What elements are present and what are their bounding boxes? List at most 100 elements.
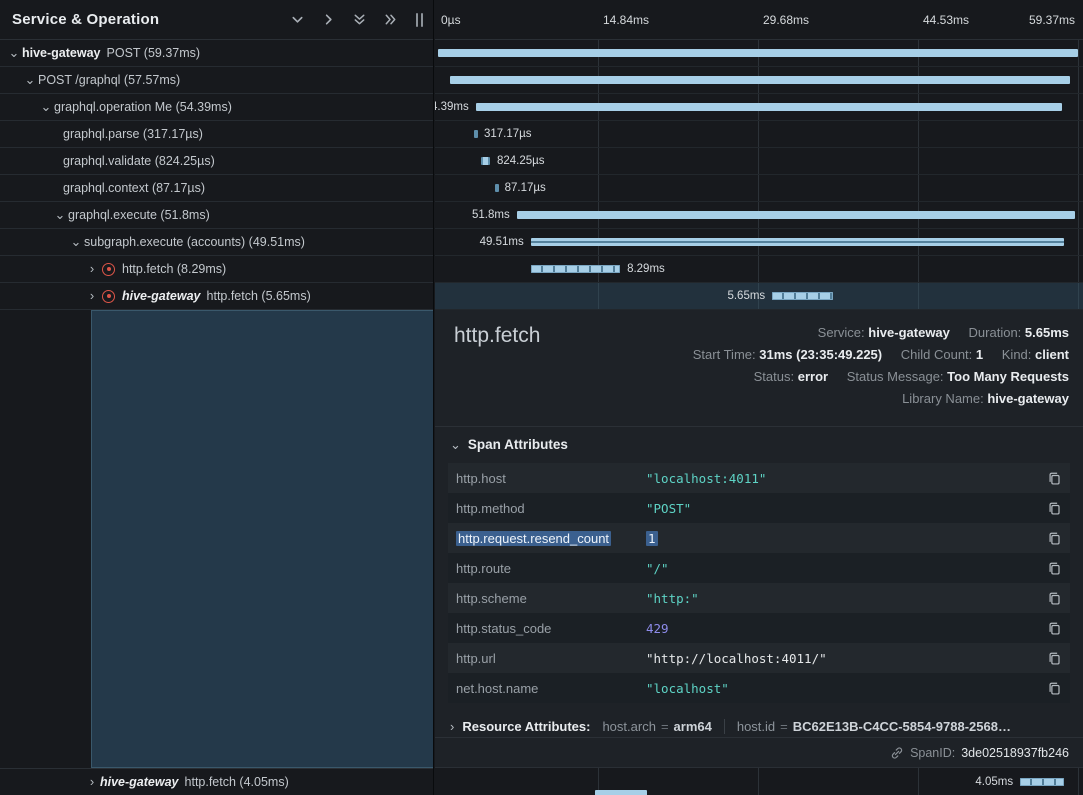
collapse-all-icon[interactable]	[351, 12, 367, 28]
attribute-key: http.status_code	[456, 621, 646, 636]
duration-label: 49.51ms	[480, 236, 524, 248]
meta-label: Service:	[818, 325, 865, 340]
span-bar	[476, 103, 1062, 111]
tree-row-selected[interactable]: › hive-gateway http.fetch (5.65ms)	[0, 283, 433, 310]
span-label: subgraph.execute (accounts) (49.51ms)	[84, 235, 305, 249]
duration-label: 87.17µs	[505, 182, 546, 194]
tree-row[interactable]: ⌄ graphql.execute (51.8ms)	[0, 202, 433, 229]
chevron-right-icon[interactable]: ›	[84, 289, 100, 302]
meta-value: Too Many Requests	[947, 369, 1069, 384]
resource-value: arm64	[674, 719, 712, 734]
chevron-down-icon[interactable]: ⌄	[68, 235, 84, 248]
link-icon[interactable]	[890, 746, 904, 760]
collapse-one-icon[interactable]	[289, 12, 305, 28]
spanid-label: SpanID:	[910, 746, 955, 760]
timeline-row[interactable]: 49.51ms	[435, 229, 1083, 256]
spanid-value: 3de02518937fb246	[961, 746, 1069, 760]
tree-row[interactable]: graphql.parse (317.17µs)	[0, 121, 433, 148]
tree-row[interactable]: ⌄ subgraph.execute (accounts) (49.51ms)	[0, 229, 433, 256]
span-bar	[495, 184, 499, 192]
span-attributes-toggle[interactable]: ⌄ Span Attributes	[450, 437, 568, 452]
meta-value: hive-gateway	[868, 325, 950, 340]
span-tree: ⌄ hive-gateway POST (59.37ms) ⌄ POST /gr…	[0, 40, 433, 310]
timeline-row[interactable]: 87.17µs	[435, 175, 1083, 202]
chevron-down-icon[interactable]: ⌄	[38, 100, 54, 113]
copy-icon[interactable]	[1040, 651, 1062, 666]
copy-icon[interactable]	[1040, 591, 1062, 606]
attribute-value: "localhost"	[646, 681, 1040, 696]
tree-row[interactable]: › hive-gateway http.fetch (4.05ms)	[0, 768, 433, 795]
timeline-row[interactable]	[435, 40, 1083, 67]
attribute-value: 1	[646, 531, 658, 546]
attribute-row: http.status_code 429	[448, 613, 1070, 643]
copy-icon[interactable]	[1040, 561, 1062, 576]
attribute-row: http.scheme "http:"	[448, 583, 1070, 613]
span-label: POST (59.37ms)	[107, 46, 201, 60]
resource-key: host.id	[737, 719, 775, 734]
attribute-key: http.route	[456, 561, 646, 576]
attribute-key: http.request.resend_count	[456, 531, 611, 546]
attribute-row: http.method "POST"	[448, 493, 1070, 523]
duration-label: 54.39ms	[435, 101, 469, 113]
timeline-row[interactable]: 824.25µs	[435, 148, 1083, 175]
error-icon	[102, 263, 115, 276]
tree-row[interactable]: › http.fetch (8.29ms)	[0, 256, 433, 283]
attribute-row: http.url "http://localhost:4011/"	[448, 643, 1070, 673]
trace-viewer: Service & Operation ⌄ hive-gateway POST …	[0, 0, 1083, 795]
timeline-row[interactable]: 8.29ms	[435, 256, 1083, 283]
tree-row[interactable]: graphql.validate (824.25µs)	[0, 148, 433, 175]
panel-resize-handle[interactable]	[414, 11, 425, 29]
chevron-down-icon[interactable]: ⌄	[52, 208, 68, 221]
service-operation-panel: Service & Operation ⌄ hive-gateway POST …	[0, 0, 434, 795]
tick-label: 0µs	[441, 13, 461, 27]
span-meta: Service: hive-gateway Duration: 5.65ms S…	[693, 322, 1069, 410]
copy-icon[interactable]	[1040, 471, 1062, 486]
tree-row[interactable]: graphql.context (87.17µs)	[0, 175, 433, 202]
resource-key: host.arch	[602, 719, 655, 734]
chevron-right-icon: ›	[450, 720, 454, 733]
tick-label: 44.53ms	[923, 13, 969, 27]
meta-value: client	[1035, 347, 1069, 362]
timeline-row[interactable]: 4.05ms	[435, 768, 1083, 795]
tick-label: 59.37ms	[1029, 13, 1075, 27]
tree-row[interactable]: ⌄ graphql.operation Me (54.39ms)	[0, 94, 433, 121]
span-bar	[517, 211, 1075, 219]
chevron-down-icon[interactable]: ⌄	[6, 46, 22, 59]
copy-icon[interactable]	[1040, 531, 1062, 546]
copy-icon[interactable]	[1040, 681, 1062, 696]
resource-value: BC62E13B-C4CC-5854-9788-2568…	[793, 719, 1011, 734]
timeline-row[interactable]	[435, 67, 1083, 94]
attribute-row-selected: http.request.resend_count 1	[448, 523, 1070, 553]
span-bar	[481, 157, 490, 165]
meta-label: Start Time:	[693, 347, 756, 362]
equals-sign: =	[780, 719, 788, 734]
chevron-right-icon[interactable]: ›	[84, 775, 100, 788]
chevron-right-icon[interactable]: ›	[84, 262, 100, 275]
resource-pair: host.id = BC62E13B-C4CC-5854-9788-2568…	[724, 719, 1011, 734]
section-title: Span Attributes	[468, 437, 568, 452]
tick-label: 14.84ms	[603, 13, 649, 27]
copy-icon[interactable]	[1040, 501, 1062, 516]
timeline-panel: 0µs 14.84ms 29.68ms 44.53ms 59.37ms 54.3…	[435, 0, 1083, 795]
timeline-row[interactable]: 54.39ms	[435, 94, 1083, 121]
timeline-row[interactable]: 51.8ms	[435, 202, 1083, 229]
resource-attributes-toggle[interactable]: › Resource Attributes: host.arch=arm64 h…	[450, 713, 1069, 739]
attribute-key: http.url	[456, 651, 646, 666]
expand-one-icon[interactable]	[320, 12, 336, 28]
meta-label: Kind:	[1002, 347, 1032, 362]
meta-value: 1	[976, 347, 983, 362]
span-label: http.fetch (8.29ms)	[122, 262, 226, 276]
copy-icon[interactable]	[1040, 621, 1062, 636]
span-detail-panel: http.fetch Service: hive-gateway Duratio…	[435, 310, 1083, 768]
meta-label: Status:	[754, 369, 794, 384]
chevron-down-icon: ⌄	[450, 438, 461, 451]
timeline-row-selected[interactable]: 5.65ms	[435, 283, 1083, 310]
chevron-down-icon[interactable]: ⌄	[22, 73, 38, 86]
service-name: hive-gateway	[100, 775, 179, 789]
attribute-value: 429	[646, 621, 1040, 636]
expand-all-icon[interactable]	[382, 12, 398, 28]
timeline-row[interactable]: 317.17µs	[435, 121, 1083, 148]
span-label: graphql.operation Me (54.39ms)	[54, 100, 232, 114]
tree-row[interactable]: ⌄ POST /graphql (57.57ms)	[0, 67, 433, 94]
tree-row[interactable]: ⌄ hive-gateway POST (59.37ms)	[0, 40, 433, 67]
